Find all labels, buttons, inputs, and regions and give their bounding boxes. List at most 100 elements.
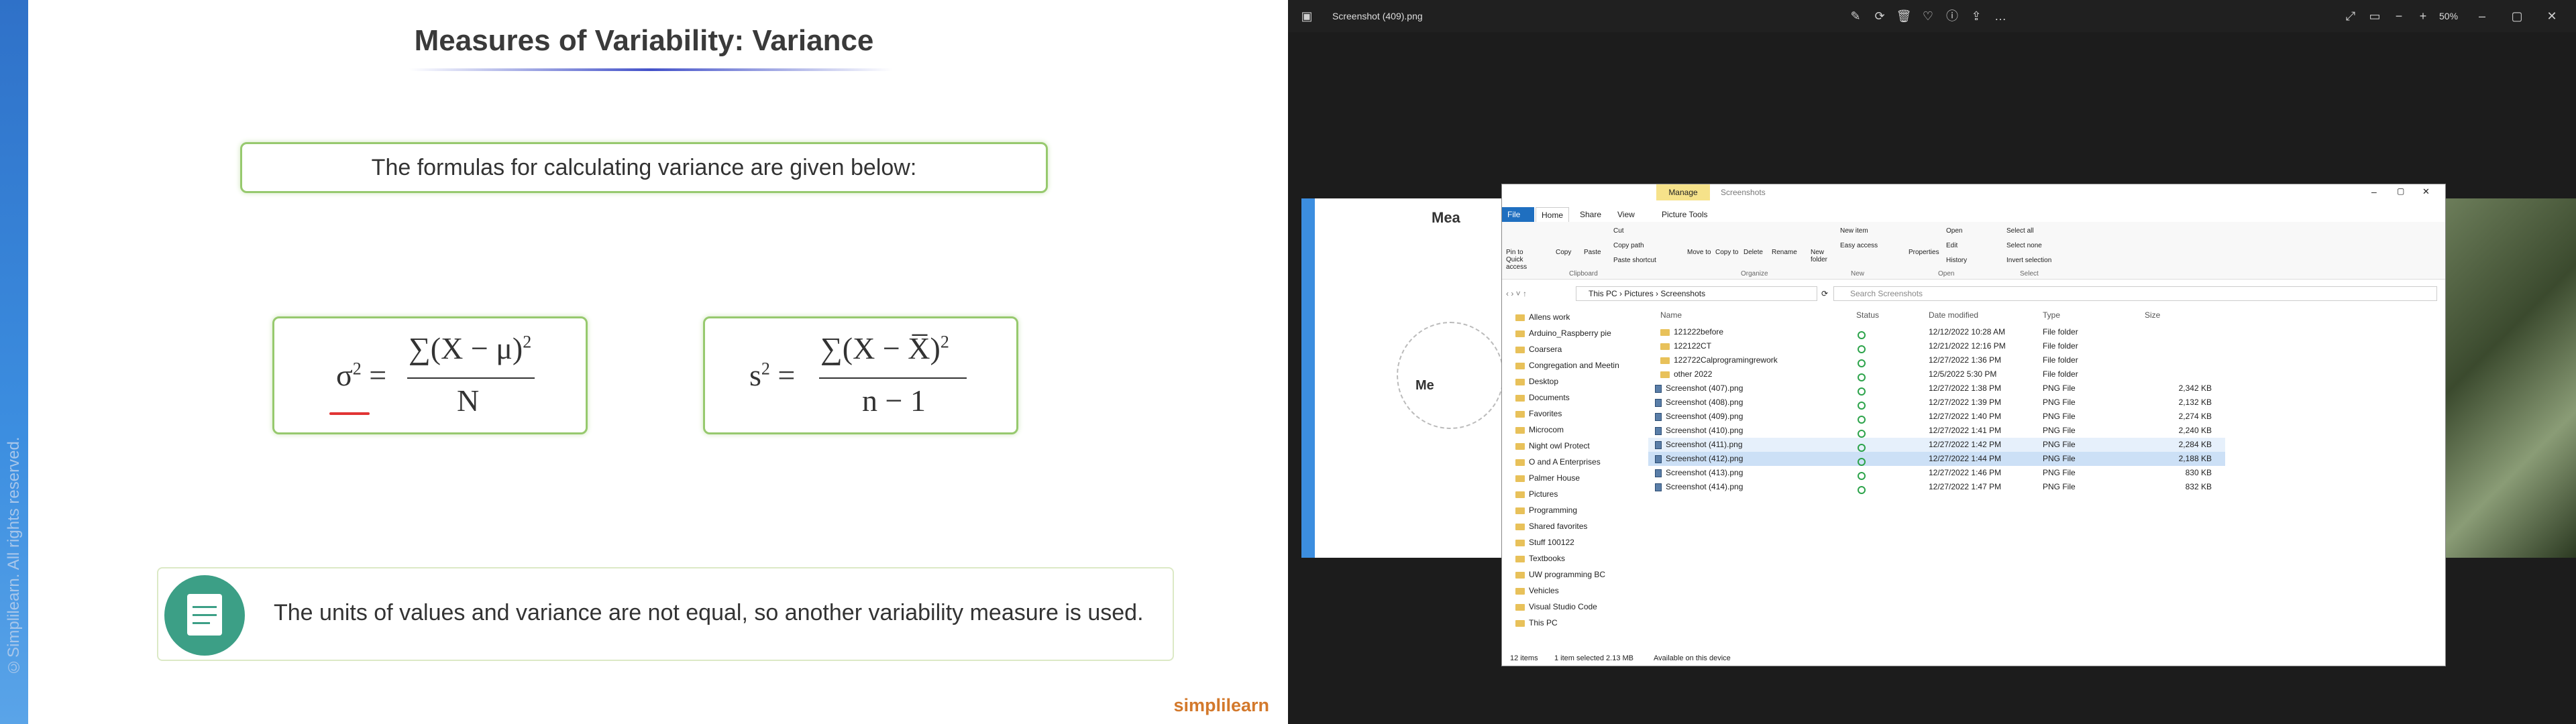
file-type: File folder bbox=[2043, 341, 2078, 351]
table-row[interactable]: Screenshot (411).png 12/27/2022 1:42 PM PN… bbox=[1648, 438, 2225, 452]
table-row[interactable]: Screenshot (410).png 12/27/2022 1:41 PM PN… bbox=[1648, 424, 2225, 438]
nav-item[interactable]: Coarsera bbox=[1503, 341, 1631, 357]
file-name: Screenshot (411).png bbox=[1666, 440, 1743, 449]
delete-icon[interactable]: 🗑 bbox=[1896, 8, 1912, 24]
zoom-in-icon[interactable]: + bbox=[2415, 8, 2431, 24]
table-row[interactable]: other 2022 12/5/2022 5:30 PM File folder bbox=[1648, 367, 2225, 381]
file-name: other 2022 bbox=[1674, 369, 1713, 379]
nav-item[interactable]: Vehicles bbox=[1503, 583, 1631, 599]
maximize-icon[interactable]: ▢ bbox=[2509, 8, 2525, 24]
tab-picture-tools[interactable]: Picture Tools bbox=[1656, 207, 1713, 222]
copy-to-button[interactable]: Copy to bbox=[1715, 249, 1738, 256]
image-file-icon bbox=[1655, 384, 1662, 393]
copy-path-button[interactable]: Copy path bbox=[1613, 242, 1644, 249]
nav-item[interactable]: Programming bbox=[1503, 502, 1631, 518]
select-none-button[interactable]: Select none bbox=[2006, 242, 2042, 249]
paste-shortcut-button[interactable]: Paste shortcut bbox=[1613, 257, 1656, 264]
maximize-icon[interactable]: ▢ bbox=[2397, 186, 2404, 196]
table-row[interactable]: Screenshot (407).png 12/27/2022 1:38 PM PN… bbox=[1648, 381, 2225, 396]
rotate-icon[interactable]: ⟳ bbox=[1872, 8, 1888, 24]
file-name: Screenshot (413).png bbox=[1666, 468, 1743, 477]
file-type: PNG File bbox=[2043, 468, 2076, 477]
viewer-toolbar: ▣ Screenshot (409).png ✎ ⟳ 🗑 ♡ ⓘ ⇪ … ⤢ ▭… bbox=[1288, 0, 2576, 32]
close-icon[interactable]: ✕ bbox=[2544, 8, 2560, 24]
synced-status-icon bbox=[1858, 330, 1866, 339]
delete-button[interactable]: Delete bbox=[1743, 249, 1763, 256]
file-type: File folder bbox=[2043, 369, 2078, 379]
edit-icon[interactable]: ✎ bbox=[1847, 8, 1864, 24]
more-icon[interactable]: … bbox=[1992, 8, 2008, 24]
synced-status-icon bbox=[1858, 373, 1866, 381]
nav-item[interactable]: Palmer House bbox=[1503, 470, 1631, 486]
synced-status-icon bbox=[1858, 415, 1866, 424]
table-row[interactable]: Screenshot (413).png 12/27/2022 1:46 PM PN… bbox=[1648, 466, 2225, 480]
paste-button[interactable]: Paste bbox=[1584, 249, 1601, 256]
table-row[interactable]: Screenshot (409).png 12/27/2022 1:40 PM PN… bbox=[1648, 410, 2225, 424]
table-row[interactable]: Screenshot (414).png 12/27/2022 1:47 PM PN… bbox=[1648, 480, 2225, 494]
nav-item[interactable]: Night owl Protect bbox=[1503, 438, 1631, 454]
invert-selection-button[interactable]: Invert selection bbox=[2006, 257, 2051, 264]
select-all-button[interactable]: Select all bbox=[2006, 227, 2034, 235]
copy-button[interactable]: Copy bbox=[1556, 249, 1571, 256]
minimize-icon[interactable]: – bbox=[2474, 8, 2490, 24]
folder-icon bbox=[1515, 475, 1525, 482]
nav-item[interactable]: Allens work bbox=[1503, 309, 1631, 325]
table-row[interactable]: 121222before 12/12/2022 10:28 AM File fold… bbox=[1648, 325, 2225, 339]
refresh-icon[interactable]: ⟳ bbox=[1821, 289, 1828, 298]
breadcrumb[interactable]: This PC › Pictures › Screenshots bbox=[1576, 286, 1817, 301]
table-row[interactable]: 122122CT 12/21/2022 12:16 PM File folder bbox=[1648, 339, 2225, 353]
easy-access-button[interactable]: Easy access bbox=[1840, 242, 1878, 249]
search-input[interactable]: Search Screenshots bbox=[1833, 286, 2437, 301]
table-row[interactable]: 122722Calprogramingrework 12/27/2022 1:36… bbox=[1648, 353, 2225, 367]
file-name: Screenshot (408).png bbox=[1666, 398, 1743, 407]
nav-item[interactable]: Favorites bbox=[1503, 406, 1631, 422]
tab-home[interactable]: Home bbox=[1536, 207, 1570, 222]
image-file-icon bbox=[1655, 398, 1662, 407]
nav-item[interactable]: Congregation and Meetin bbox=[1503, 357, 1631, 373]
table-row[interactable]: Screenshot (412).png 12/27/2022 1:44 PM PN… bbox=[1648, 452, 2225, 466]
table-row[interactable]: Screenshot (408).png 12/27/2022 1:39 PM PN… bbox=[1648, 396, 2225, 410]
tab-file[interactable]: File bbox=[1502, 207, 1534, 222]
nav-item[interactable]: Pictures bbox=[1503, 486, 1631, 502]
gallery-icon[interactable]: ▣ bbox=[1299, 8, 1315, 24]
pop-numerator: ∑(X − μ) bbox=[409, 331, 523, 365]
new-folder-button[interactable]: New folder bbox=[1811, 249, 1837, 263]
folder-icon bbox=[1515, 523, 1525, 530]
nav-item[interactable]: Microcom bbox=[1503, 422, 1631, 438]
nav-item[interactable]: This PC bbox=[1503, 615, 1631, 631]
nav-item[interactable]: O and A Enterprises bbox=[1503, 454, 1631, 470]
nav-item[interactable]: UW programming BC bbox=[1503, 566, 1631, 583]
zoom-out-icon[interactable]: − bbox=[2391, 8, 2407, 24]
minimize-icon[interactable]: – bbox=[2371, 186, 2377, 197]
move-to-button[interactable]: Move to bbox=[1687, 249, 1711, 256]
nav-item[interactable]: Documents bbox=[1503, 389, 1631, 406]
rename-button[interactable]: Rename bbox=[1772, 249, 1797, 256]
nav-item[interactable]: Visual Studio Code bbox=[1503, 599, 1631, 615]
image-file-icon bbox=[1655, 483, 1662, 491]
cut-button[interactable]: Cut bbox=[1613, 227, 1624, 235]
new-item-button[interactable]: New item bbox=[1840, 227, 1868, 235]
note-text: The units of values and variance are not… bbox=[274, 600, 1144, 625]
properties-button[interactable]: Properties bbox=[1909, 249, 1939, 256]
open-button[interactable]: Open bbox=[1946, 227, 1962, 235]
history-button[interactable]: History bbox=[1946, 257, 1967, 264]
nav-item[interactable]: Arduino_Raspberry pie bbox=[1503, 325, 1631, 341]
pin-button[interactable]: Pin to Quick access bbox=[1506, 249, 1540, 271]
info-icon[interactable]: ⓘ bbox=[1944, 8, 1960, 24]
share-icon[interactable]: ⇪ bbox=[1968, 8, 1984, 24]
nav-item[interactable]: Stuff 100122 bbox=[1503, 534, 1631, 550]
tab-share[interactable]: Share bbox=[1574, 207, 1607, 222]
close-icon[interactable]: ✕ bbox=[2422, 186, 2430, 197]
fit-icon[interactable]: ▭ bbox=[2367, 8, 2383, 24]
nav-item[interactable]: Textbooks bbox=[1503, 550, 1631, 566]
nav-item[interactable]: Desktop bbox=[1503, 373, 1631, 389]
favorite-icon[interactable]: ♡ bbox=[1920, 8, 1936, 24]
edit-button[interactable]: Edit bbox=[1946, 242, 1957, 249]
file-list: 121222before 12/12/2022 10:28 AM File fold… bbox=[1648, 325, 2225, 499]
file-size: 2,342 KB bbox=[2178, 383, 2212, 393]
folder-icon bbox=[1660, 343, 1670, 350]
folder-icon bbox=[1660, 371, 1670, 378]
nav-item[interactable]: Shared favorites bbox=[1503, 518, 1631, 534]
fullscreen-icon[interactable]: ⤢ bbox=[2343, 8, 2359, 24]
tab-view[interactable]: View bbox=[1612, 207, 1640, 222]
